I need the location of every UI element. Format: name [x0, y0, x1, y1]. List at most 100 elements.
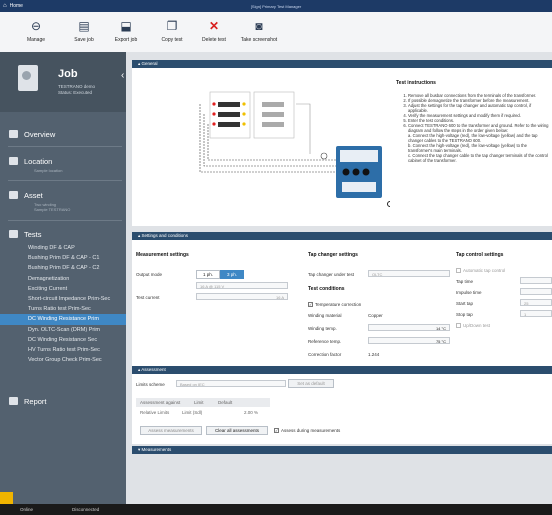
sidebar-item-overview[interactable]: Overview [0, 127, 126, 141]
temp-correction-checkbox[interactable]: ✓ Temperature correction [308, 302, 361, 308]
job-panel: Job TESTRANO demo Status: Executed ‹ [0, 52, 126, 112]
sidebar-item-asset[interactable]: Asset Two winding Sample TESTRANO [0, 188, 126, 212]
correction-factor-label: Correction factor [308, 352, 342, 357]
assess-during-checkbox[interactable]: ✓ Assess during measurements [274, 428, 340, 434]
checkbox-checked-icon: ✓ [308, 302, 313, 308]
settings-header[interactable]: ▴ Settings and conditions [132, 232, 552, 240]
report-icon [9, 397, 18, 405]
collapse-sidebar-icon[interactable]: ‹ [121, 70, 124, 81]
status-left: Online [20, 507, 34, 512]
take-screenshot-button[interactable]: ◙ Take screenshot [234, 12, 284, 52]
divider [8, 146, 122, 147]
checkbox-checked-icon: ✓ [274, 428, 279, 434]
test-item[interactable]: Winding DF & CAP [0, 243, 126, 253]
ref-temp-label: Reference temp. [308, 339, 342, 344]
toolbar: ⊖ Manage ▤ Save job ⬓ Export job ❐ Copy … [0, 12, 552, 53]
save-job-button[interactable]: ▤ Save job [62, 12, 106, 52]
ref-temp-input[interactable]: 75 °C [368, 337, 450, 344]
updown-checkbox[interactable]: Up/Down test [456, 323, 490, 329]
instruction-subitem: a. Connect the high-voltage (red), the l… [408, 133, 538, 143]
status-right: Disconnected [72, 507, 100, 512]
save-icon: ▤ [78, 19, 90, 33]
test-item[interactable]: Demagnetization [0, 274, 126, 284]
limits-scheme-select[interactable]: Based on IEC [176, 380, 286, 387]
test-item[interactable]: Bushing Prim DF & CAP - C2 [0, 263, 126, 273]
sidebar-item-location[interactable]: Location Sample location [0, 154, 126, 173]
divider [8, 180, 122, 181]
measurement-settings-title: Measurement settings [136, 252, 189, 258]
output-mode-3ph[interactable]: 3 ph. [220, 270, 244, 279]
title-bar: ⌂ Home [Sign] Primary Test Manager [0, 0, 552, 12]
impulse-time-label: Impulse time [456, 290, 482, 295]
column-header: Default [218, 400, 233, 405]
start-tap-label: Start tap [456, 301, 474, 306]
stop-tap-input[interactable]: 1 [520, 310, 552, 317]
window-center-title: [Sign] Primary Test Manager [250, 3, 302, 9]
tap-time-input[interactable] [520, 277, 552, 284]
test-item[interactable]: Short-circuit Impedance Prim-Sec [0, 294, 126, 304]
instructions-title: Test instructions [396, 80, 436, 86]
job-name: TESTRANO demo [58, 84, 96, 89]
wiring-diagram [199, 91, 390, 207]
assessment-header[interactable]: ▴ Assessment [132, 366, 552, 374]
test-item[interactable]: Dyn. OLTC-Scan (DRM) Prim [0, 325, 126, 335]
manage-button[interactable]: ⊖ Manage [14, 12, 58, 52]
tap-under-test-label: Tap changer under test [308, 272, 355, 277]
back-circle-icon: ⊖ [30, 19, 42, 33]
table-cell: Relative Limits [140, 410, 170, 415]
overview-icon [9, 130, 18, 138]
main-content: ▴ General Test instructions 1. Remove al… [126, 52, 552, 504]
test-item[interactable]: Vector Group Check Prim-Sec [0, 355, 126, 365]
export-icon: ⬓ [120, 19, 132, 33]
location-icon [9, 157, 18, 165]
tap-under-test-select[interactable]: OLTC [368, 270, 450, 277]
divider [8, 220, 122, 221]
instruction-subitem: b. Connect the high-voltage (red), the l… [408, 143, 527, 153]
winding-material-label: Winding material [308, 313, 342, 318]
general-panel: Test instructions Remove all busbar conn… [132, 68, 552, 226]
copy-test-button[interactable]: ❐ Copy test [150, 12, 194, 52]
table-cell: 2.00 % [244, 410, 259, 415]
table-cell: Limit (Sdl) [182, 410, 203, 415]
instruction-item: Connect TESTRANO 600 to the transformer … [408, 123, 552, 133]
general-header[interactable]: ▴ General [132, 60, 552, 68]
instruction-subitem: c. Connect the tap changer cable to the … [408, 153, 548, 163]
output-mode-1ph[interactable]: 1 ph. [196, 270, 220, 279]
limits-scheme-label: Limits scheme [136, 382, 165, 387]
test-current-input[interactable]: 16 A [196, 293, 288, 300]
test-item-active[interactable]: DC Winding Resistance Prim [0, 314, 126, 325]
instruction-item: Adjust the settings for the tap changer … [408, 103, 552, 113]
measurements-header[interactable]: ▾ Measurements [132, 446, 552, 454]
tap-time-label: Tap time [456, 279, 474, 284]
winding-temp-label: Winding temp. [308, 326, 337, 331]
sidebar-item-tests[interactable]: Tests [0, 227, 126, 241]
test-item[interactable]: DC Winding Resistance Sec [0, 335, 126, 345]
impulse-time-input[interactable] [520, 288, 552, 295]
assess-measurements-button[interactable]: Assess measurements [140, 426, 202, 435]
delete-icon: ✕ [208, 19, 220, 33]
test-item[interactable]: Bushing Prim DF & CAP - C1 [0, 253, 126, 263]
job-icon [18, 65, 38, 91]
export-job-button[interactable]: ⬓ Export job [104, 12, 148, 52]
test-conditions-title: Test conditions [308, 286, 345, 292]
test-item[interactable]: HV Turns Ratio test Prim-Sec [0, 345, 126, 355]
winding-temp-input[interactable]: 14 °C [368, 324, 450, 331]
output-mode-label: Output mode [136, 272, 163, 277]
test-item[interactable]: Turns Ratio test Prim-Sec [0, 304, 126, 314]
start-tap-input[interactable]: 25 [520, 299, 552, 306]
test-instructions: Test instructions Remove all busbar conn… [396, 80, 552, 163]
sidebar: Job TESTRANO demo Status: Executed ‹ Ove… [0, 52, 126, 504]
delete-test-button[interactable]: ✕ Delete test [192, 12, 236, 52]
tap-changer-settings-title: Tap changer settings [308, 252, 358, 258]
settings-panel: Measurement settings Output mode 1 ph. 3… [132, 240, 552, 368]
test-item[interactable]: Exciting Current [0, 284, 126, 294]
auto-tap-checkbox[interactable]: Automatic tap control [456, 268, 505, 274]
set-default-button[interactable]: Set as default [288, 379, 334, 388]
asset-icon [9, 191, 18, 199]
clear-assessments-button[interactable]: Clear all assessments [206, 426, 268, 435]
checkbox-disabled-icon [456, 268, 461, 274]
camera-icon: ◙ [255, 19, 263, 33]
sidebar-item-report[interactable]: Report [0, 394, 126, 408]
range-select[interactable]: 16 A @ 115 V [196, 282, 288, 289]
test-list: Winding DF & CAP Bushing Prim DF & CAP -… [0, 243, 126, 365]
